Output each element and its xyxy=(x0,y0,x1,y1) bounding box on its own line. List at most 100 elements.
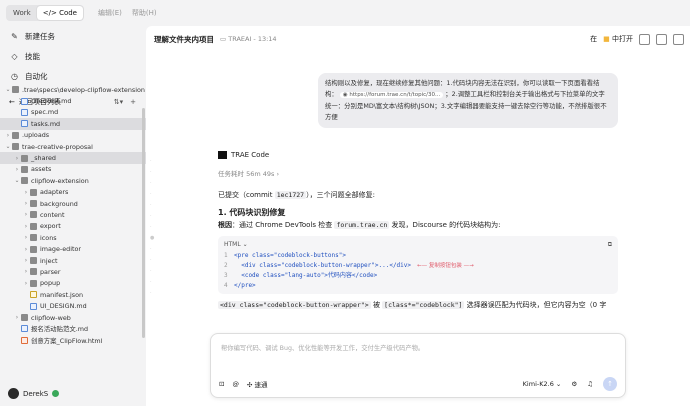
task-duration[interactable]: 任务耗时 56m 49s › xyxy=(218,168,279,178)
tree-row-label: 创意方案_ClipFlow.html xyxy=(31,336,103,345)
open-in-label: 在 xyxy=(590,35,598,43)
code-line: 2 <div class="codeblock-button-wrapper">… xyxy=(224,261,612,271)
code-block: HTML ⌄ ⧉ 1 <pre class="codeblock-buttons">… xyxy=(218,236,618,294)
sidebar-item-new-task[interactable]: ✎ 新建任务 xyxy=(0,26,146,46)
file-icon xyxy=(21,325,28,333)
tree-row[interactable]: › _shared xyxy=(0,152,146,164)
assistant-name: TRAE Code xyxy=(231,151,270,159)
folder-icon xyxy=(30,268,37,276)
tab-code[interactable]: </> Code xyxy=(36,6,83,20)
tree-row[interactable]: › clipflow-web xyxy=(0,312,146,323)
tree-row[interactable]: 创意方案_ClipFlow.html xyxy=(0,335,146,346)
arrow-up-icon: ↑ xyxy=(607,380,613,388)
folder-icon xyxy=(30,257,37,265)
tree-row[interactable]: ⌄ trae-creative-proposal xyxy=(0,141,146,152)
attach-icon[interactable]: ⊡ xyxy=(219,380,224,388)
tree-row-label: trae-creative-proposal xyxy=(22,142,93,151)
drag-handle[interactable]: · · · · · · · ● · · · · · xyxy=(150,156,154,299)
tree-row[interactable]: › content xyxy=(0,209,146,220)
answer-intro: 已提交（commit 1ec1727 ），三个问题全部修复: xyxy=(218,189,618,202)
tree-row[interactable]: tasks.md xyxy=(0,118,146,130)
send-button[interactable]: ↑ xyxy=(603,377,617,391)
split-view-icon[interactable] xyxy=(656,33,667,45)
tail-code-2: [class*="codeblock"] xyxy=(382,301,465,309)
root-cause-text-2: 发现，Discourse 的代码块结构为: xyxy=(389,221,501,229)
chevron-right-icon: › xyxy=(276,170,280,178)
settings-icon[interactable]: ⚙ xyxy=(571,380,577,388)
tree-row-label: checklist.md xyxy=(31,97,72,106)
tree-row[interactable]: ⌄ .trae\specs\develop-clipflow-extension xyxy=(0,84,146,95)
tree-row[interactable]: UI_DESIGN.md xyxy=(0,300,146,311)
sidebar-item-skills[interactable]: ◇ 技能 xyxy=(0,46,146,66)
message-link-label: https://forum.trae.cn/t/topic/30... xyxy=(349,92,441,98)
tree-scrollbar[interactable] xyxy=(142,108,145,338)
file-icon xyxy=(21,108,28,116)
tree-row[interactable]: checklist.md xyxy=(0,95,146,106)
tree-row-label: spec.md xyxy=(31,108,59,117)
chevron-down-icon: ⌄ xyxy=(5,143,11,151)
tree-row[interactable]: › assets xyxy=(0,164,146,175)
tree-row[interactable]: › adapters xyxy=(0,187,146,198)
menu-help[interactable]: 帮助(H) xyxy=(132,8,157,18)
composer-tools: ⊡ @ ✣ 速通 xyxy=(219,379,267,389)
answer-tail: <div class="codeblock-button-wrapper"> 被… xyxy=(218,300,618,312)
user-profile[interactable]: DerekS xyxy=(0,388,60,399)
panel-left-icon[interactable] xyxy=(639,33,650,45)
tree-row[interactable]: ⌄ clipflow-extension xyxy=(0,175,146,186)
sidebar-item-label: 技能 xyxy=(25,51,40,61)
folder-icon xyxy=(21,165,28,173)
message-link[interactable]: ◉ https://forum.trae.cn/t/topic/30... xyxy=(339,92,444,98)
tree-row[interactable]: spec.md xyxy=(0,107,146,118)
composer-actions: Kimi-K2.6 ⌄ ⚙ ♫ ↑ xyxy=(523,377,617,391)
tree-row[interactable]: › background xyxy=(0,198,146,209)
chevron-right-icon: › xyxy=(24,268,28,276)
mode-label: 速通 xyxy=(254,381,268,389)
tree-row-label: background xyxy=(40,199,78,208)
tree-row-label: image-editor xyxy=(40,245,82,254)
breadcrumb-label: TRAEAI - 13:14 xyxy=(228,35,277,43)
code-line: 3 <code class="lang-auto">代码内容</code> xyxy=(224,271,612,281)
tree-row[interactable]: › image-editor xyxy=(0,243,146,254)
tree-row[interactable]: › inject xyxy=(0,255,146,266)
tree-row[interactable]: manifest.json xyxy=(0,289,146,300)
breadcrumb: ▭ TRAEAI - 13:14 xyxy=(220,35,277,43)
tree-row[interactable]: › icons xyxy=(0,232,146,243)
top-bar: Work </> Code 编辑(E) 帮助(H) xyxy=(0,0,690,26)
open-in-button[interactable]: ■ 中打开 xyxy=(603,34,633,44)
menu-edit[interactable]: 编辑(E) xyxy=(98,8,122,18)
task-duration-label: 任务耗时 56m 49s xyxy=(218,170,275,178)
model-select[interactable]: Kimi-K2.6 ⌄ xyxy=(523,380,562,388)
code-line: 4 </pre> xyxy=(224,281,612,291)
panel-right-icon[interactable] xyxy=(673,33,684,45)
sidebar-item-automation[interactable]: ◷ 自动化 xyxy=(0,66,146,86)
status-badge xyxy=(52,390,60,397)
chevron-down-icon: ⌄ xyxy=(14,177,20,185)
tree-row[interactable]: › parser xyxy=(0,266,146,277)
chevron-right-icon: › xyxy=(24,200,28,208)
mic-icon[interactable]: ♫ xyxy=(587,380,593,388)
tab-work[interactable]: Work xyxy=(7,6,37,20)
composer-input[interactable]: 帮你编写代码、调试 Bug、优化性能等开发工作，交付生产级代码产物。 xyxy=(221,343,424,352)
user-message: 结构刚以及修复，现在继续修复其他问题：1.代码块内容无法在识别，你可以读取一下页… xyxy=(318,73,618,128)
chevron-right-icon: › xyxy=(15,154,19,162)
tail-text-1: 被 xyxy=(370,301,383,309)
code-text: </pre> xyxy=(234,282,256,289)
sidebar-item-label: 新建任务 xyxy=(25,31,55,41)
chevron-right-icon: › xyxy=(24,279,28,287)
mode-button[interactable]: ✣ 速通 xyxy=(247,379,268,389)
folder-icon xyxy=(30,279,37,287)
tree-row[interactable]: › popup xyxy=(0,278,146,289)
tree-row[interactable]: › export xyxy=(0,221,146,232)
file-icon xyxy=(21,336,28,344)
tree-row[interactable]: › .uploads xyxy=(0,130,146,141)
root-cause-label: 根因 xyxy=(218,221,232,229)
copy-icon[interactable]: ⧉ xyxy=(608,240,612,250)
chevron-down-icon: ⌄ xyxy=(5,86,11,94)
tree-row[interactable]: 报名活动贴范文.md xyxy=(0,323,146,334)
code-header: HTML ⌄ ⧉ xyxy=(224,239,612,251)
at-icon[interactable]: @ xyxy=(232,380,239,388)
tab-code-label: Code xyxy=(59,9,77,17)
chevron-right-icon: › xyxy=(24,245,28,253)
new-task-icon: ✎ xyxy=(11,31,18,41)
code-icon: </> xyxy=(42,9,60,17)
